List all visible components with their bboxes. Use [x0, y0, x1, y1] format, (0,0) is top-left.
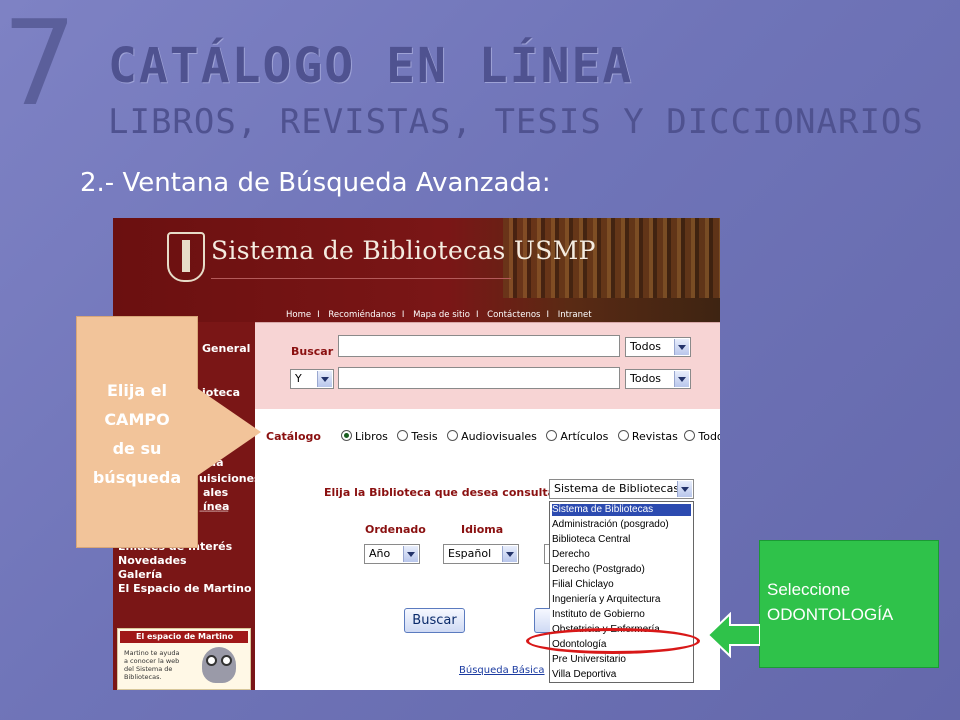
clear-button[interactable]	[534, 608, 550, 633]
field-callout-text: Elija el CAMPO de su búsqueda	[92, 381, 182, 487]
nav-intranet[interactable]: Intranet	[558, 310, 592, 320]
slide-subtitle: LIBROS, REVISTAS, TESIS Y DICCIONARIOS	[108, 102, 924, 142]
library-options-list[interactable]: Sistema de Bibliotecas Administración (p…	[549, 501, 694, 683]
sidebar-item-galeria[interactable]: Galería	[118, 568, 162, 581]
martino-banner-title: El espacio de Martino	[120, 631, 248, 643]
radio-articulos[interactable]	[546, 430, 558, 441]
catalog-radio-group: Libros Tesis Audiovisuales Artículos Rev…	[335, 430, 720, 443]
library-option[interactable]: Derecho (Postgrado)	[552, 564, 691, 576]
library-option[interactable]: Sistema de Bibliotecas	[552, 504, 691, 516]
sort-select[interactable]: Año	[364, 544, 420, 564]
buscar-label: Buscar	[291, 345, 334, 358]
chevron-down-icon	[674, 371, 689, 387]
catalog-label: Catálogo	[266, 430, 321, 443]
owl-mascot-icon	[202, 647, 236, 683]
site-header: Sistema de Bibliotecas USMP Home I Recomi…	[113, 218, 720, 322]
left-arrow-icon	[708, 612, 760, 658]
site-brand: Sistema de Bibliotecas USMP	[211, 236, 596, 265]
odontologia-callout-text: Seleccione ODONTOLOGÍA	[767, 580, 894, 624]
field-select-2[interactable]: Todos	[625, 369, 691, 389]
top-navigation: Home I Recomiéndanos I Mapa de sitio I Cont…	[286, 310, 592, 320]
operator-select[interactable]: Y	[290, 369, 334, 389]
sidebar-item-espacio-martino[interactable]: El Espacio de Martino	[118, 582, 252, 595]
radio-todos[interactable]	[684, 430, 696, 441]
library-option[interactable]: Ingeniería y Arquitectura	[552, 594, 691, 606]
library-option[interactable]: Villa Deportiva	[552, 669, 691, 681]
library-option[interactable]: Filial Chiclayo	[552, 579, 691, 591]
highlight-oval	[526, 628, 700, 654]
search-input-2[interactable]	[338, 367, 620, 389]
radio-revistas[interactable]	[617, 430, 629, 441]
chevron-down-icon	[677, 481, 692, 497]
step-heading: 2.- Ventana de Búsqueda Avanzada:	[80, 168, 551, 198]
basic-search-link[interactable]: Búsqueda Básica	[459, 665, 545, 676]
language-label: Idioma	[461, 523, 504, 536]
chevron-down-icon	[403, 546, 418, 562]
sidebar-item-novedades[interactable]: Novedades	[118, 554, 187, 567]
martino-banner[interactable]: El espacio de Martino Martino te ayuda a…	[117, 628, 251, 690]
sidebar-divider: -----------	[199, 506, 229, 517]
nav-mapa-de-sitio[interactable]: Mapa de sitio	[413, 310, 470, 320]
nav-recomiendanos[interactable]: Recomiéndanos	[328, 310, 396, 320]
radio-audiovisuales[interactable]	[447, 430, 459, 441]
library-select[interactable]: Sistema de Bibliotecas	[549, 479, 694, 499]
library-option[interactable]: Instituto de Gobierno	[552, 609, 691, 621]
chevron-down-icon	[317, 371, 332, 387]
nav-contactenos[interactable]: Contáctenos	[487, 310, 540, 320]
martino-banner-text: Martino te ayuda a conocer la web del Si…	[124, 649, 180, 681]
chevron-down-icon	[674, 339, 689, 355]
chevron-down-icon	[502, 546, 517, 562]
sidebar-item-materiales[interactable]: ales	[203, 486, 228, 499]
slide-title: CATÁLOGO EN LÍNEA	[108, 38, 634, 94]
university-seal-icon	[167, 232, 205, 282]
library-option[interactable]: Administración (posgrado)	[552, 519, 691, 531]
language-select[interactable]: Español	[443, 544, 519, 564]
library-label: Elija la Biblioteca que desea consultar	[324, 486, 561, 499]
search-input-1[interactable]	[338, 335, 620, 357]
library-option[interactable]: Derecho	[552, 549, 691, 561]
slide-number: 7	[2, 0, 78, 132]
sort-label: Ordenado	[365, 523, 426, 536]
right-arrow-icon	[197, 388, 261, 476]
radio-libros[interactable]	[341, 430, 352, 441]
search-button[interactable]: Buscar	[404, 608, 465, 633]
brand-divider	[211, 278, 511, 279]
library-option[interactable]: Biblioteca Central	[552, 534, 691, 546]
library-option[interactable]: Pre Universitario	[552, 654, 691, 666]
field-select-1[interactable]: Todos	[625, 337, 691, 357]
search-panel: Buscar Todos Y Todos	[255, 322, 720, 409]
nav-home[interactable]: Home	[286, 310, 311, 320]
radio-tesis[interactable]	[397, 430, 409, 441]
sidebar-item-general[interactable]: General	[202, 342, 250, 355]
